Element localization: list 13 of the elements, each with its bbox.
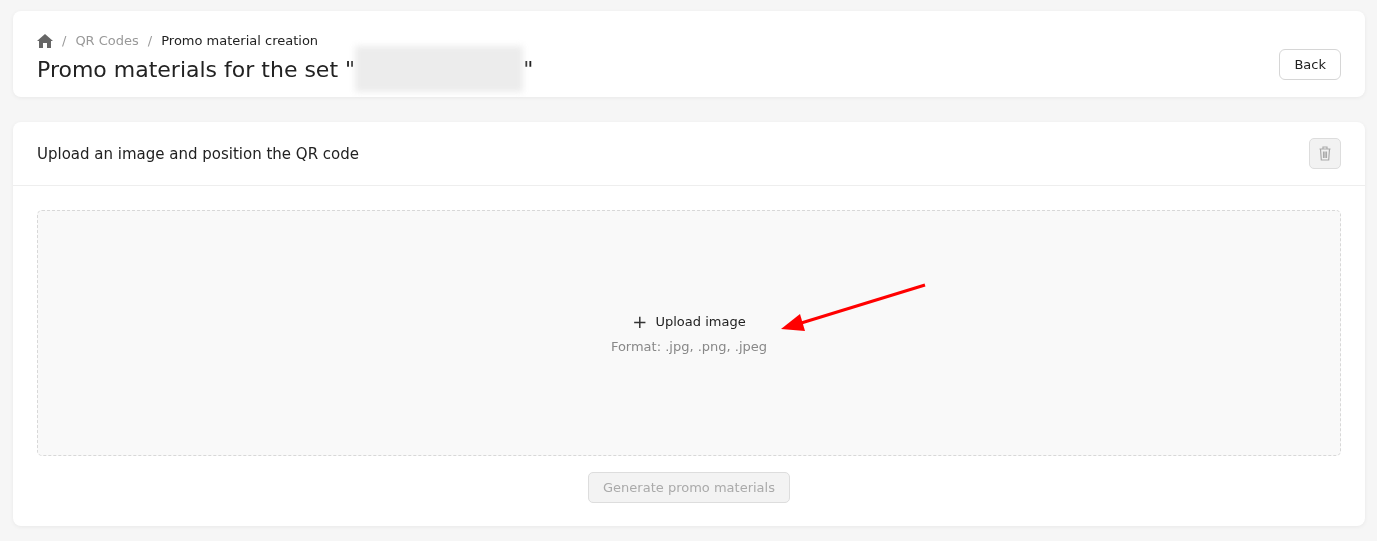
- card-title: Upload an image and position the QR code: [37, 144, 359, 163]
- upload-dropzone[interactable]: + Upload image Format: .jpg, .png, .jpeg: [37, 210, 1341, 456]
- page-title: Promo materials for the set ": [37, 56, 356, 82]
- breadcrumb-separator: /: [147, 33, 153, 48]
- format-hint: Format: .jpg, .png, .jpeg: [610, 338, 768, 354]
- plus-icon: +: [632, 312, 648, 331]
- back-button[interactable]: Back: [1279, 49, 1341, 80]
- home-icon[interactable]: [37, 33, 53, 48]
- breadcrumb-current: Promo material creation: [161, 33, 319, 48]
- breadcrumb-separator: /: [62, 33, 67, 48]
- title-quote: ": [523, 56, 534, 82]
- trash-icon: [1319, 146, 1331, 161]
- upload-label: Upload image: [655, 314, 746, 329]
